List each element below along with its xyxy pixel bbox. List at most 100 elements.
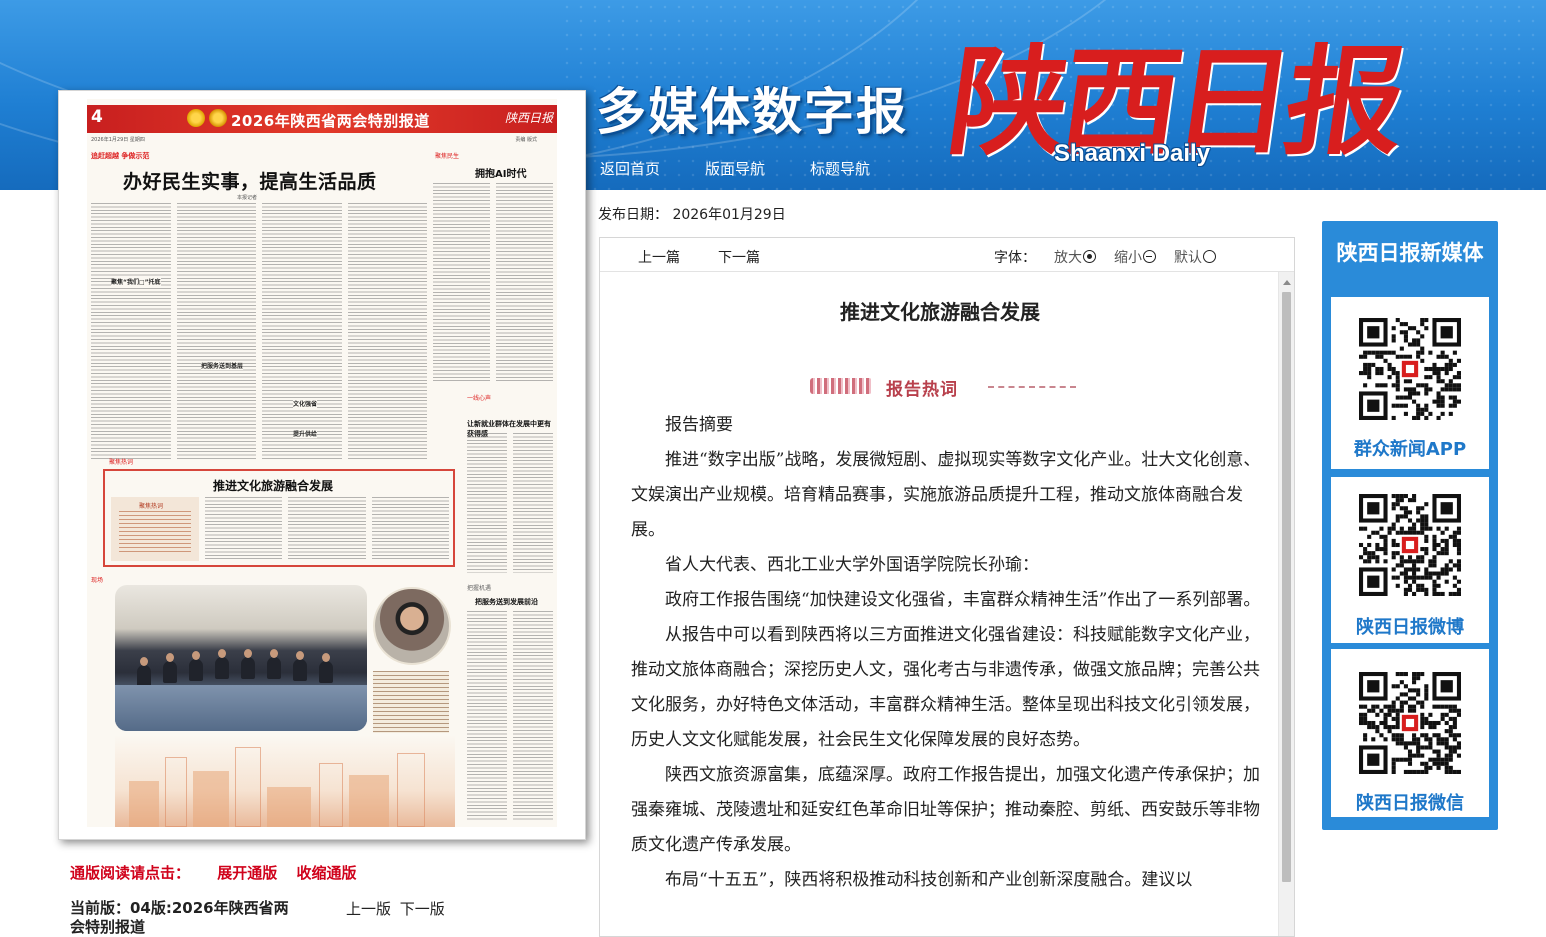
newspaper-page-image[interactable]: 4 2026年陕西省两会特别报道 陕西日报 2026年1月29日 星期四 责编 …: [87, 99, 557, 827]
text-column: [513, 611, 553, 821]
prev-article-link[interactable]: 上一篇: [638, 247, 680, 267]
right-headline[interactable]: 把服务送到发展前沿: [475, 597, 538, 607]
font-default-label: 默认: [1174, 250, 1202, 266]
page-date-line: 2026年1月29日 星期四: [91, 137, 145, 143]
circle-icon: [1203, 250, 1216, 263]
font-size-label: 字体：: [994, 250, 1036, 266]
qr-label-weibo: 陕西日报微博: [1356, 617, 1464, 638]
building-shape: [193, 771, 229, 827]
plus-circle-icon: [1083, 250, 1096, 263]
article-scrollbar[interactable]: [1278, 272, 1294, 936]
main-story-columns[interactable]: [91, 203, 427, 461]
page-subheading: 提升供给: [293, 429, 318, 438]
article-paragraph: 推进“数字出版”战略，发展微短剧、虚拟现实等数字文化产业。壮大文化创意、文娱演出…: [631, 450, 1261, 540]
text-column: [347, 203, 427, 461]
meeting-photo[interactable]: [115, 585, 367, 731]
page-banner-title: 2026年陕西省两会特别报道: [231, 112, 430, 130]
right-story-columns[interactable]: [467, 611, 553, 821]
national-emblem-icon: [187, 109, 205, 127]
selected-article-box[interactable]: 聚焦热词 推进文化旅游融合发展 聚焦热词: [103, 459, 455, 567]
person-figure: [241, 649, 255, 679]
speaker-portrait[interactable]: [373, 587, 451, 665]
page-subheading: 聚焦“我们□”托底: [111, 277, 161, 286]
font-default-button[interactable]: 默认: [1174, 247, 1216, 267]
next-edition-link[interactable]: 下一版: [400, 900, 445, 918]
shaanxi-daily-logo-en: Shaanxi Daily: [1054, 140, 1211, 167]
feature-box-title: 聚焦热词: [139, 503, 164, 510]
side-story-columns[interactable]: [433, 183, 553, 383]
page-byline: 本报记者: [237, 195, 258, 201]
article-paragraph: 布局“十五五”，陕西将积极推动科技创新和产业创新深度融合。建议以: [665, 870, 1193, 890]
page-headline[interactable]: 办好民生实事，提高生活品质: [123, 167, 377, 194]
page-editor-line: 责编 版式: [515, 137, 537, 143]
sidebar-title: 陕西日报新媒体: [1336, 241, 1484, 265]
building-shape: [397, 753, 425, 827]
full-page-controls: 通版阅读请点击： 展开通版 收缩通版: [70, 862, 357, 883]
building-shape: [319, 763, 343, 827]
font-larger-button[interactable]: 放大: [1054, 247, 1096, 267]
text-column: [513, 433, 553, 573]
nav-page-link[interactable]: 版面导航: [705, 158, 765, 179]
article-title: 推进文化旅游融合发展: [840, 300, 1040, 324]
page-subheading: 把服务送到基层: [201, 361, 244, 370]
hot-words-pattern-icon: [810, 378, 872, 394]
feature-headline: 推进文化旅游融合发展: [213, 479, 334, 493]
scroll-up-arrow-icon[interactable]: [1283, 280, 1291, 285]
text-column: [467, 433, 507, 573]
feature-columns: [205, 497, 449, 561]
building-shape: [235, 747, 261, 827]
cppcc-emblem-icon: [209, 109, 227, 127]
full-page-label: 通版阅读请点击：: [70, 864, 191, 882]
current-edition-label: 当前版：04版:2026年陕西省两会特别报道: [70, 899, 289, 936]
page-number: 4: [91, 107, 103, 127]
page-side-headline[interactable]: 拥抱AI时代: [475, 165, 526, 180]
qr-label-wechat: 陕西日报微信: [1356, 793, 1464, 814]
article-paragraph: 政府工作报告围绕“加快建设文化强省，丰富群众精神生活”作出了一系列部署。: [665, 590, 1261, 610]
article-paragraph: 报告摘要: [665, 415, 733, 435]
expand-full-page-link[interactable]: 展开通版: [217, 864, 277, 882]
text-column: [288, 497, 366, 561]
collapse-full-page-link[interactable]: 收缩通版: [297, 864, 357, 882]
article-paragraph: 陕西文旅资源富集，底蕴深厚。政府工作报告提出，加强文化遗产传承保护；加强秦雍城、…: [631, 765, 1260, 855]
next-article-link[interactable]: 下一篇: [718, 247, 760, 267]
text-column: [371, 497, 449, 561]
page-subheading: 文化强省: [293, 399, 318, 408]
qr-card-weibo[interactable]: 陕西日报微博: [1331, 477, 1489, 643]
qr-code-icon: [1359, 318, 1461, 420]
photo-kicker: 现场: [91, 577, 104, 584]
font-smaller-button[interactable]: 缩小: [1114, 247, 1156, 267]
article-body: 报告摘要 推进“数字出版”战略，发展微短剧、虚拟现实等数字文化产业。壮大文化创意…: [631, 408, 1261, 898]
page-top-kicker: 追赶超越 争做示范: [91, 152, 150, 160]
feature-quote-box: 聚焦热词: [111, 497, 199, 561]
meeting-desk: [115, 685, 367, 731]
right-kicker: 把握机遇: [467, 585, 492, 592]
text-column: [262, 203, 342, 461]
page-mid-kicker: 一线心声: [467, 395, 492, 402]
article-paragraph: 省人大代表、西北工业大学外国语学院院长孙瑜：: [665, 555, 1039, 575]
person-figure: [137, 657, 151, 687]
text-column: [467, 611, 507, 821]
person-figure: [267, 649, 281, 679]
text-column: [176, 203, 256, 461]
article-paragraph: 从报告中可以看到陕西将以三方面推进文化强省建设：科技赋能数字文化产业，推动文旅体…: [631, 625, 1260, 750]
mid-story-columns[interactable]: [467, 433, 553, 573]
new-media-sidebar: 陕西日报新媒体 群众新闻APP 陕西日报微博 陕西日报微信: [1322, 221, 1498, 830]
building-shape: [165, 757, 187, 827]
article-toolbar: 上一篇 下一篇 字体： 放大 缩小 默认: [600, 238, 1294, 272]
scrollbar-thumb[interactable]: [1282, 292, 1291, 882]
feature-box-text: [119, 511, 191, 555]
text-column: [205, 497, 283, 561]
hot-words-banner: 报告热词: [810, 374, 1078, 400]
prev-edition-link[interactable]: 上一版: [346, 900, 391, 918]
nav-home-link[interactable]: 返回首页: [600, 158, 660, 179]
hot-words-label: 报告热词: [886, 380, 958, 400]
text-column: [496, 183, 553, 383]
minus-circle-icon: [1143, 250, 1156, 263]
text-column: [91, 203, 171, 461]
qr-card-wechat[interactable]: 陕西日报微信: [1331, 649, 1489, 817]
qr-label-app: 群众新闻APP: [1353, 439, 1467, 460]
qr-card-app[interactable]: 群众新闻APP: [1331, 297, 1489, 469]
building-shape: [349, 775, 389, 827]
portrait-caption-box: [373, 671, 449, 733]
nav-title-link[interactable]: 标题导航: [810, 158, 870, 179]
